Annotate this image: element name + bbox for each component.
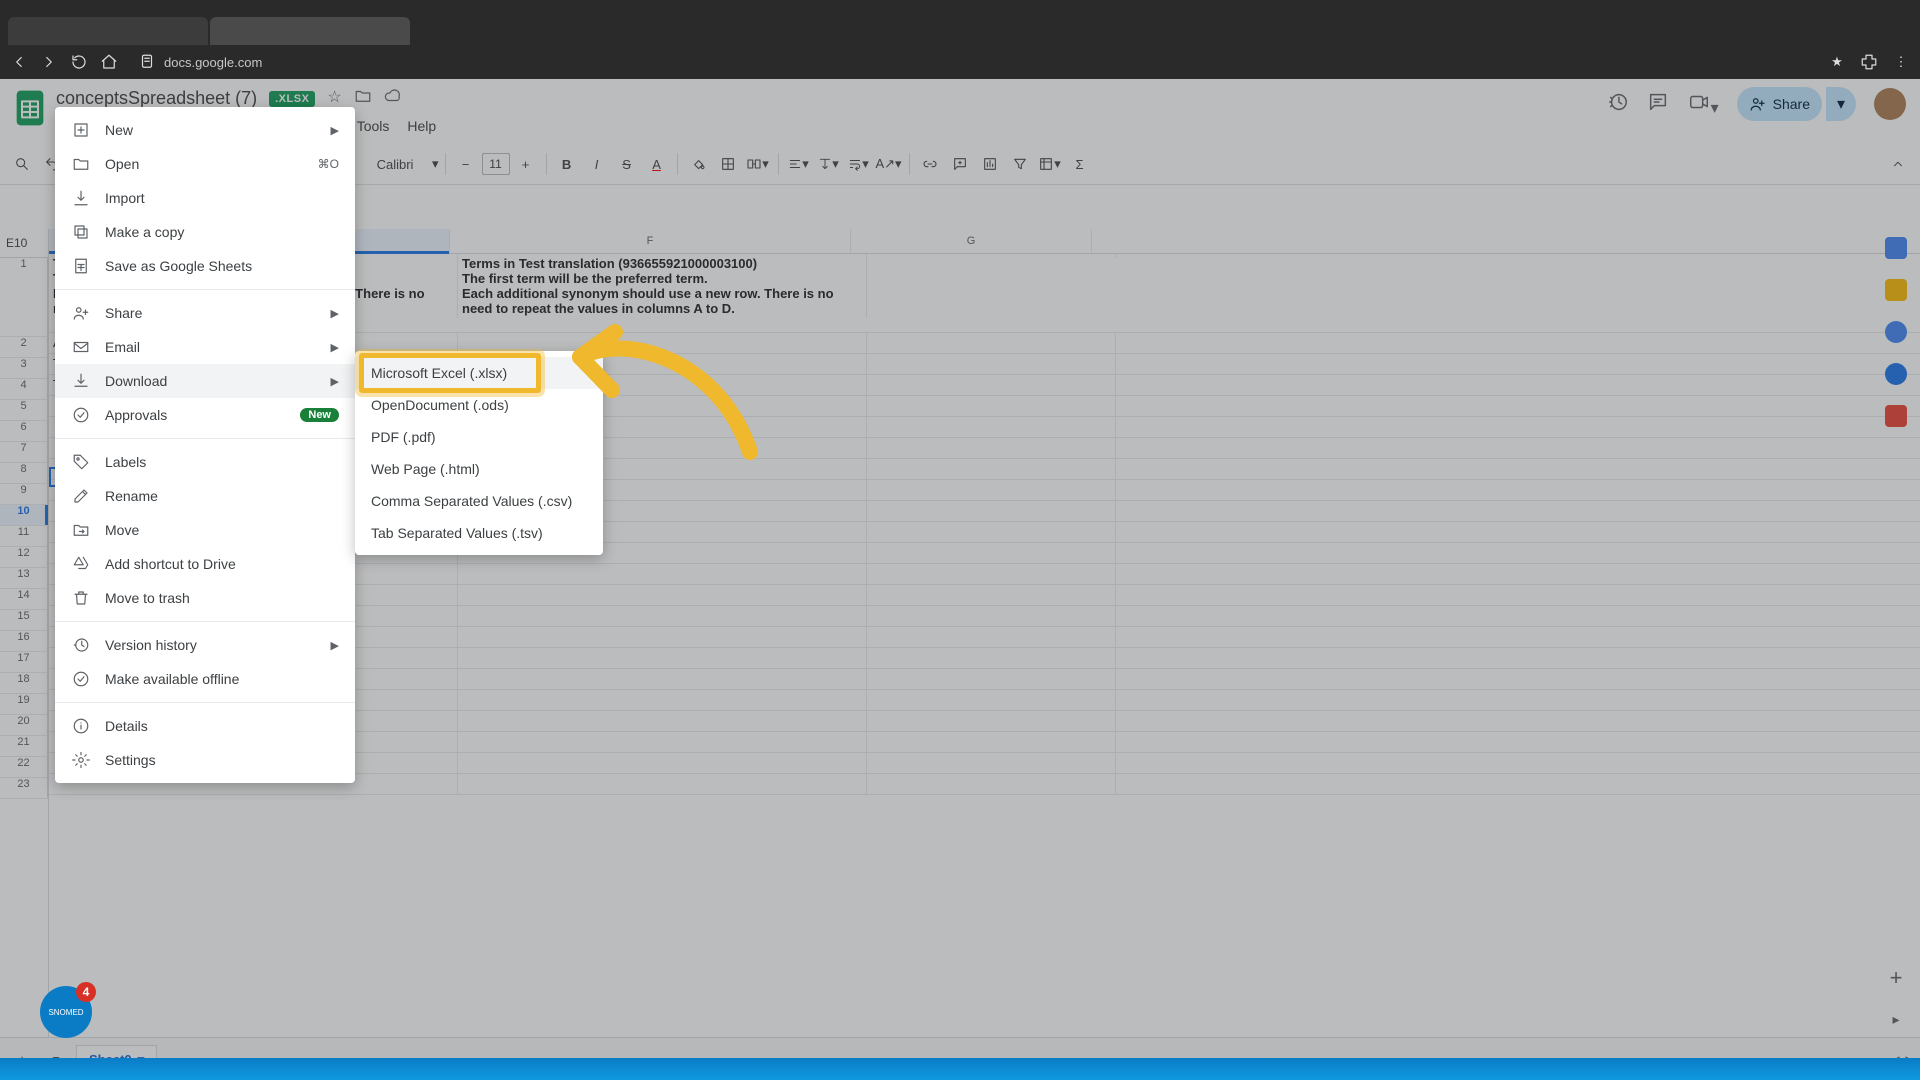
share-icon	[71, 303, 91, 323]
file-menu-share[interactable]: Share ▶	[55, 296, 355, 330]
menu-item-label: Add shortcut to Drive	[105, 556, 236, 572]
extensions-icon[interactable]	[1860, 53, 1878, 71]
file-menu-download[interactable]: Download ▶	[55, 364, 355, 398]
nav-home-icon[interactable]	[100, 53, 118, 71]
browser-menu-icon[interactable]: ⋮	[1892, 53, 1910, 71]
download-option-web[interactable]: Web Page (.html)	[355, 453, 603, 485]
file-menu-dropdown: New ▶ Open ⌘O Import Make a copy Save as Googl…	[55, 107, 355, 783]
file-menu-rename[interactable]: Rename	[55, 479, 355, 513]
menu-item-label: Move	[105, 522, 139, 538]
download-option-opendocument[interactable]: OpenDocument (.ods)	[355, 389, 603, 421]
file-menu-settings[interactable]: Settings	[55, 743, 355, 777]
menu-item-label: Details	[105, 718, 148, 734]
file-menu-make-available-offline[interactable]: Make available offline	[55, 662, 355, 696]
nav-forward-icon[interactable]	[40, 53, 58, 71]
menu-item-shortcut: ⌘O	[318, 157, 339, 171]
menu-item-label: New	[105, 122, 133, 138]
menu-item-label: Import	[105, 190, 145, 206]
file-menu-email[interactable]: Email ▶	[55, 330, 355, 364]
sheets-icon	[71, 256, 91, 276]
menu-item-label: Share	[105, 305, 142, 321]
download-option-tab[interactable]: Tab Separated Values (.tsv)	[355, 517, 603, 549]
url-text: docs.google.com	[164, 55, 262, 70]
bookmark-star-icon[interactable]: ★	[1828, 53, 1846, 71]
menu-item-label: Labels	[105, 454, 146, 470]
download-option-pdf[interactable]: PDF (.pdf)	[355, 421, 603, 453]
move-icon	[71, 520, 91, 540]
submenu-arrow-icon: ▶	[331, 307, 339, 320]
settings-icon	[71, 750, 91, 770]
file-menu-move-to-trash[interactable]: Move to trash	[55, 581, 355, 615]
file-menu-labels[interactable]: Labels	[55, 445, 355, 479]
file-menu-new[interactable]: New ▶	[55, 113, 355, 147]
site-lock-icon	[138, 53, 156, 71]
file-menu-import[interactable]: Import	[55, 181, 355, 215]
google-sheets-app: conceptsSpreadsheet (7) .XLSX ☆ File Edi…	[0, 79, 1920, 1080]
snomed-label: SNOMED	[48, 1008, 83, 1017]
folder-icon	[71, 154, 91, 174]
plus-box-icon	[71, 120, 91, 140]
browser-tab-inactive[interactable]	[8, 17, 208, 45]
nav-reload-icon[interactable]	[70, 53, 88, 71]
file-menu-add-shortcut-to-drive[interactable]: Add shortcut to Drive	[55, 547, 355, 581]
submenu-arrow-icon: ▶	[331, 124, 339, 137]
menu-item-label: Save as Google Sheets	[105, 258, 252, 274]
presentation-footer-strip	[0, 1058, 1920, 1080]
download-submenu: Microsoft Excel (.xlsx)OpenDocument (.od…	[355, 351, 603, 555]
rename-icon	[71, 486, 91, 506]
file-menu-move[interactable]: Move	[55, 513, 355, 547]
drive-shortcut-icon	[71, 554, 91, 574]
menu-item-label: Make a copy	[105, 224, 184, 240]
import-icon	[71, 188, 91, 208]
menu-item-label: Settings	[105, 752, 156, 768]
approval-icon	[71, 405, 91, 425]
browser-tabstrip	[0, 0, 1920, 45]
new-chip: New	[300, 408, 339, 422]
menu-item-label: Move to trash	[105, 590, 190, 606]
menu-item-label: Make available offline	[105, 671, 239, 687]
trash-icon	[71, 588, 91, 608]
file-menu-approvals[interactable]: Approvals New	[55, 398, 355, 432]
copy-icon	[71, 222, 91, 242]
file-menu-details[interactable]: Details	[55, 709, 355, 743]
snomed-badge[interactable]: SNOMED 4	[40, 986, 92, 1038]
file-menu-make-a-copy[interactable]: Make a copy	[55, 215, 355, 249]
nav-back-icon[interactable]	[10, 53, 28, 71]
menu-item-label: Approvals	[105, 407, 167, 423]
browser-toolbar: docs.google.com ★ ⋮	[0, 45, 1920, 80]
download-option-microsoft[interactable]: Microsoft Excel (.xlsx)	[355, 357, 603, 389]
submenu-arrow-icon: ▶	[331, 639, 339, 652]
history-icon	[71, 635, 91, 655]
file-menu-save-as-google-sheets[interactable]: Save as Google Sheets	[55, 249, 355, 283]
submenu-arrow-icon: ▶	[331, 341, 339, 354]
menu-item-label: Rename	[105, 488, 158, 504]
snomed-notification-count: 4	[76, 982, 96, 1002]
browser-tab-active[interactable]	[210, 17, 410, 45]
download-option-comma[interactable]: Comma Separated Values (.csv)	[355, 485, 603, 517]
menu-item-label: Open	[105, 156, 139, 172]
offline-icon	[71, 669, 91, 689]
tag-icon	[71, 452, 91, 472]
menu-item-label: Download	[105, 373, 167, 389]
menu-item-label: Email	[105, 339, 140, 355]
download-icon	[71, 371, 91, 391]
file-menu-open[interactable]: Open ⌘O	[55, 147, 355, 181]
address-bar[interactable]: docs.google.com	[130, 49, 1816, 75]
info-icon	[71, 716, 91, 736]
menu-item-label: Version history	[105, 637, 197, 653]
mail-icon	[71, 337, 91, 357]
file-menu-version-history[interactable]: Version history ▶	[55, 628, 355, 662]
submenu-arrow-icon: ▶	[331, 375, 339, 388]
